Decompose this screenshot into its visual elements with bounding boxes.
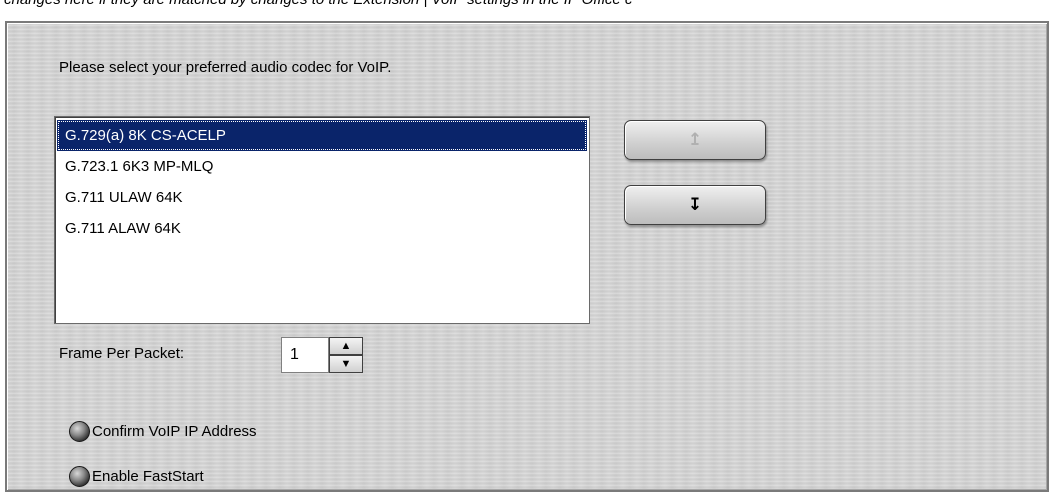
enable-faststart-toggle[interactable] <box>69 466 90 487</box>
codec-prompt: Please select your preferred audio codec… <box>59 59 392 76</box>
frame-per-packet-label: Frame Per Packet: <box>59 345 185 362</box>
frame-per-packet-input[interactable]: 1 <box>281 337 329 373</box>
frame-per-packet-increment[interactable]: ▲ <box>329 337 363 355</box>
arrow-down-icon: ↧ <box>687 195 703 214</box>
move-up-button[interactable]: ↥ <box>624 120 766 160</box>
enable-faststart-option[interactable]: Enable FastStart <box>69 466 204 487</box>
top-note-text: changes here if they are matched by chan… <box>4 0 632 8</box>
triangle-up-icon: ▲ <box>340 340 352 352</box>
confirm-voip-ip-toggle[interactable] <box>69 421 90 442</box>
codec-item-g711-alaw[interactable]: G.711 ALAW 64K <box>57 213 587 244</box>
frame-per-packet-decrement[interactable]: ▼ <box>329 355 363 373</box>
codec-item-g711-ulaw[interactable]: G.711 ULAW 64K <box>57 182 587 213</box>
codec-item-g729a[interactable]: G.729(a) 8K CS-ACELP <box>57 120 587 151</box>
confirm-voip-ip-label: Confirm VoIP IP Address <box>92 423 257 440</box>
move-down-button[interactable]: ↧ <box>624 185 766 225</box>
arrow-up-icon: ↥ <box>687 130 703 149</box>
codec-settings-panel: Please select your preferred audio codec… <box>5 21 1049 492</box>
codec-listbox[interactable]: G.729(a) 8K CS-ACELP G.723.1 6K3 MP-MLQ … <box>54 116 590 324</box>
triangle-down-icon: ▼ <box>340 358 352 370</box>
codec-item-g7231[interactable]: G.723.1 6K3 MP-MLQ <box>57 151 587 182</box>
confirm-voip-ip-option[interactable]: Confirm VoIP IP Address <box>69 421 257 442</box>
enable-faststart-label: Enable FastStart <box>92 468 204 485</box>
